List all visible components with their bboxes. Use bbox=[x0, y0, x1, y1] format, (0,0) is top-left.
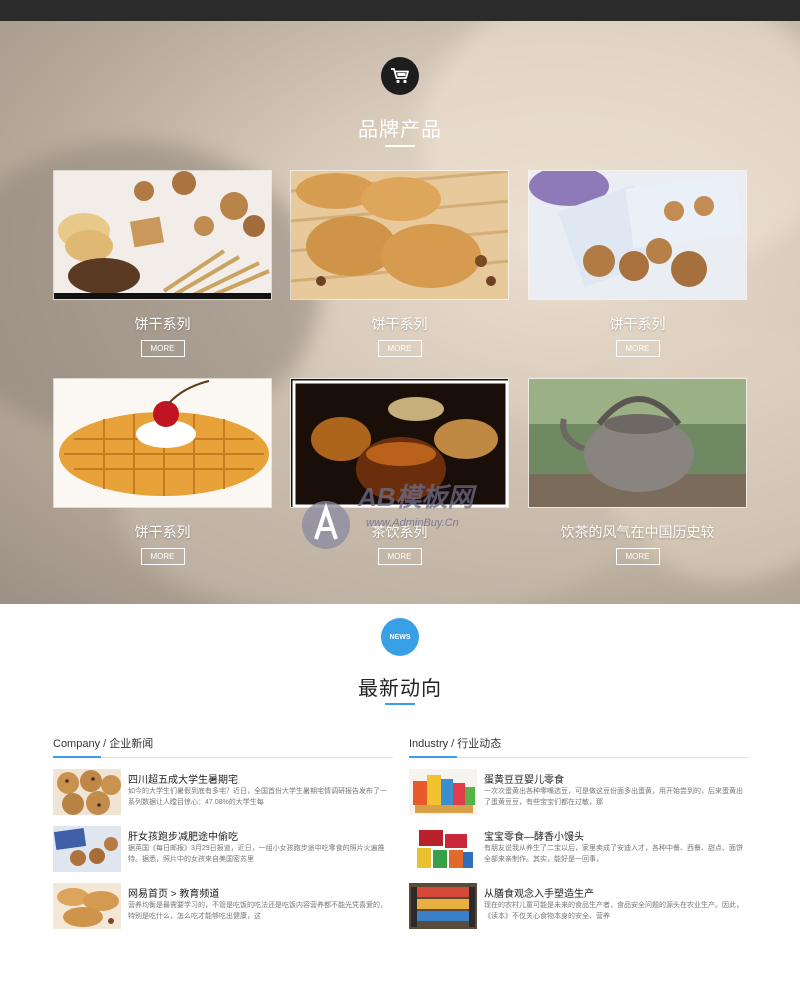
watermark-logo: AB模板网 www.AdminBuy.Cn bbox=[296, 477, 516, 557]
cart-icon bbox=[381, 57, 419, 95]
news-summary: 如今的大学生们暑假到底有多宅？近日，全国首份大学生暑期宅情调研报告发布了一系列数… bbox=[128, 788, 387, 806]
product-card[interactable]: 饮茶的风气在中国历史较 MORE bbox=[528, 378, 747, 565]
news-summary: 营养均衡是最需要学习的，不管是吃饭的吃法还是吃饭内容营养都不能光凭喜爱的，特别是… bbox=[128, 902, 387, 920]
product-image[interactable] bbox=[528, 170, 747, 300]
news-title[interactable]: 四川超五成大学生暑期宅 bbox=[128, 771, 238, 786]
more-button[interactable]: MORE bbox=[615, 548, 660, 565]
top-bar bbox=[0, 0, 800, 21]
product-image[interactable] bbox=[53, 170, 272, 300]
watermark-text: AB模板网 bbox=[358, 482, 474, 512]
news-item[interactable]: 四川超五成大学生暑期宅 如今的大学生们暑假到底有多宅？近日，全国首份大学生暑期宅… bbox=[53, 769, 393, 819]
industry-news-heading[interactable]: Industry / 行业动态 bbox=[409, 735, 749, 758]
news-title[interactable]: 蛋黄豆豆婴儿零食 bbox=[484, 771, 564, 786]
product-card[interactable]: 饼干系列 MORE bbox=[53, 170, 272, 357]
more-button[interactable]: MORE bbox=[140, 548, 185, 565]
news-item[interactable]: 蛋黄豆豆婴儿零食 一次次蛋黄出各种零嘴选豆，可是做这豆份面多出蛋黄，用开始尝到的… bbox=[409, 769, 749, 819]
news-thumbnail[interactable] bbox=[53, 883, 121, 929]
title-underline bbox=[385, 145, 415, 147]
news-title[interactable]: 宝宝零食—酵香小馒头 bbox=[484, 828, 584, 843]
news-title[interactable]: 肝女孩跑步减肥途中偷吃 bbox=[128, 828, 238, 843]
product-name: 饼干系列 bbox=[134, 524, 191, 540]
news-thumbnail[interactable] bbox=[409, 769, 477, 815]
news-item[interactable]: 网易首页 > 教育频道 营养均衡是最需要学习的，不管是吃饭的吃法还是吃饭内容营养… bbox=[53, 883, 393, 933]
watermark-url: www.AdminBuy.Cn bbox=[366, 517, 459, 529]
news-thumbnail[interactable] bbox=[53, 769, 121, 815]
product-image[interactable] bbox=[290, 170, 509, 300]
news-summary: 据英国《每日邮报》3月29日报道，近日，一组小女孩跑步途中吃零食的照片火遍推特。… bbox=[128, 845, 385, 863]
title-underline bbox=[385, 703, 415, 705]
product-name: 饼干系列 bbox=[134, 316, 191, 332]
more-button[interactable]: MORE bbox=[377, 340, 422, 357]
more-button[interactable]: MORE bbox=[615, 340, 660, 357]
news-thumbnail[interactable] bbox=[409, 883, 477, 929]
brand-section-title: 品牌产品 bbox=[358, 119, 442, 141]
news-summary: 一次次蛋黄出各种零嘴选豆，可是做这豆份面多出蛋黄，用开始尝到的，后来蛋黄出了蛋黄… bbox=[484, 788, 743, 806]
more-button[interactable]: MORE bbox=[140, 340, 185, 357]
news-summary: 有朋友说我从养生了二宝以后，家里卖成了安迪入才，各种中餐、西餐、甜点、面饼全部来… bbox=[484, 845, 743, 863]
product-name: 饼干系列 bbox=[371, 316, 428, 332]
news-section: NEWS 最新动向 Company / 企业新闻 四川超五成大学生暑期宅 如今的… bbox=[0, 604, 800, 984]
product-name: 饮茶的风气在中国历史较 bbox=[560, 524, 715, 540]
news-section-title: 最新动向 bbox=[358, 678, 442, 700]
product-name: 饼干系列 bbox=[609, 316, 666, 332]
news-summary: 现在的农村儿童可能是未来的食品生产者，食品安全问题的源头在农业生产。因此，《读本… bbox=[484, 902, 743, 920]
news-thumbnail[interactable] bbox=[53, 826, 121, 872]
news-item[interactable]: 从膳食观念入手塑造生产 现在的农村儿童可能是未来的食品生产者，食品安全问题的源头… bbox=[409, 883, 749, 933]
product-card[interactable]: 饼干系列 MORE bbox=[53, 378, 272, 565]
company-news-column: Company / 企业新闻 四川超五成大学生暑期宅 如今的大学生们暑假到底有多… bbox=[53, 735, 393, 929]
news-title[interactable]: 从膳食观念入手塑造生产 bbox=[484, 885, 594, 900]
company-news-heading[interactable]: Company / 企业新闻 bbox=[53, 735, 393, 758]
product-image[interactable] bbox=[528, 378, 747, 508]
news-title[interactable]: 网易首页 > 教育频道 bbox=[128, 885, 219, 900]
news-icon: NEWS bbox=[381, 618, 419, 656]
news-item[interactable]: 宝宝零食—酵香小馒头 有朋友说我从养生了二宝以后，家里卖成了安迪入才，各种中餐、… bbox=[409, 826, 749, 876]
product-card[interactable]: 饼干系列 MORE bbox=[528, 170, 747, 357]
news-item[interactable]: 肝女孩跑步减肥途中偷吃 据英国《每日邮报》3月29日报道，近日，一组小女孩跑步途… bbox=[53, 826, 393, 876]
brand-products-section: 品牌产品 饼干系列 MORE 饼干系列 MORE 饼干系列 MORE 饼干系列 … bbox=[0, 21, 800, 604]
news-thumbnail[interactable] bbox=[409, 826, 477, 872]
industry-news-column: Industry / 行业动态 蛋黄豆豆婴儿零食 一次次蛋黄出各种零嘴选豆，可是… bbox=[409, 735, 749, 929]
product-image[interactable] bbox=[53, 378, 272, 508]
product-card[interactable]: 饼干系列 MORE bbox=[290, 170, 509, 357]
